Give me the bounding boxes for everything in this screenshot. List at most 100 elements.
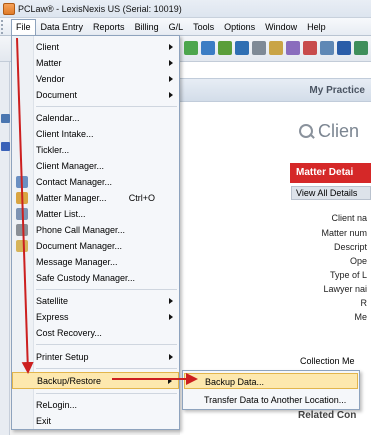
submenu-arrow-icon	[169, 60, 173, 66]
menu-tools[interactable]: Tools	[188, 19, 219, 35]
search-icon	[298, 123, 316, 141]
detail-label: Descript	[333, 242, 367, 252]
client-search[interactable]: Clien	[298, 121, 359, 142]
menu-item-satellite[interactable]: Satellite	[12, 293, 179, 309]
paste-icon[interactable]	[320, 41, 334, 55]
copy-icon[interactable]	[252, 41, 266, 55]
menu-item-client[interactable]: Client	[12, 39, 179, 55]
menu-data-entry[interactable]: Data Entry	[36, 19, 89, 35]
left-toolbar-strip	[0, 62, 10, 435]
menu-separator	[36, 289, 177, 290]
menu-item-document-manager[interactable]: Document Manager...	[12, 238, 179, 254]
menu-item-calendar[interactable]: Calendar...	[12, 110, 179, 126]
menu-item-label: Satellite	[36, 296, 69, 306]
help-icon[interactable]	[337, 41, 351, 55]
tickler-strip-icon[interactable]	[1, 142, 10, 151]
new-entry-icon[interactable]	[201, 41, 215, 55]
detail-label: Client na	[331, 213, 367, 223]
menu-item-label: Matter Manager...	[36, 193, 107, 203]
file-menu-dropdown: Client Matter Vendor Document Calendar..…	[11, 35, 180, 430]
menu-item-label: Vendor	[36, 74, 65, 84]
menu-gl[interactable]: G/L	[164, 19, 189, 35]
menu-item-vendor[interactable]: Vendor	[12, 71, 179, 87]
time-icon[interactable]	[235, 41, 249, 55]
menu-item-matter-list[interactable]: Matter List...	[12, 206, 179, 222]
menu-item-client-manager[interactable]: Client Manager...	[12, 158, 179, 174]
menu-reports[interactable]: Reports	[88, 19, 130, 35]
menu-item-label: Client Manager...	[36, 161, 105, 171]
menu-item-label: Contact Manager...	[36, 177, 113, 187]
panel-header: My Practice	[180, 78, 371, 102]
submenu-arrow-icon	[169, 298, 173, 304]
submenu-item-label: Transfer Data to Another Location...	[204, 395, 347, 405]
menu-item-matter[interactable]: Matter	[12, 55, 179, 71]
refresh-icon[interactable]	[184, 41, 198, 55]
view-all-details-tab[interactable]: View All Details	[291, 186, 371, 200]
menu-billing[interactable]: Billing	[130, 19, 164, 35]
menu-item-tickler[interactable]: Tickler...	[12, 142, 179, 158]
related-contacts-title: Related Con	[298, 410, 357, 421]
menu-item-printer-setup[interactable]: Printer Setup	[12, 349, 179, 365]
detail-label: Matter num	[321, 228, 367, 238]
menu-file[interactable]: File	[11, 18, 36, 35]
submenu-item-transfer-data[interactable]: Transfer Data to Another Location...	[184, 392, 358, 408]
submenu-arrow-icon	[169, 76, 173, 82]
detail-label: Me	[354, 312, 367, 322]
menu-item-matter-manager[interactable]: Matter Manager... Ctrl+O	[12, 190, 179, 206]
matter-detail-labels: Client na Matter num Descript Ope Type o…	[296, 212, 367, 342]
detail-label: R	[360, 298, 368, 308]
submenu-arrow-icon	[169, 314, 173, 320]
menu-item-label: Tickler...	[36, 145, 70, 155]
title-bar: PCLaw® - LexisNexis US (Serial: 10019)	[0, 0, 371, 18]
menu-item-label: Express	[36, 312, 69, 322]
menu-item-label: Cost Recovery...	[36, 328, 102, 338]
submenu-arrow-icon	[169, 92, 173, 98]
menu-item-label: Phone Call Manager...	[36, 225, 126, 235]
menu-window[interactable]: Window	[260, 19, 302, 35]
menu-item-label: Printer Setup	[36, 352, 89, 362]
matter-list-icon	[16, 208, 28, 220]
exit-icon[interactable]	[354, 41, 368, 55]
matter-manager-icon	[16, 192, 28, 204]
panel-title: My Practice	[309, 85, 365, 96]
menu-separator	[36, 344, 177, 345]
phone-icon	[16, 224, 28, 236]
menu-item-label: Client	[36, 42, 60, 52]
backup-restore-submenu: Backup Data... Transfer Data to Another …	[182, 370, 360, 410]
menu-item-label: ReLogin...	[36, 400, 78, 410]
matter-details-header: Matter Detai	[290, 163, 371, 183]
documents-icon[interactable]	[286, 41, 300, 55]
calendar-strip-icon[interactable]	[1, 114, 10, 123]
menu-item-label: Exit	[36, 416, 52, 426]
menu-item-label: Matter	[36, 58, 62, 68]
menu-item-label: Matter List...	[36, 209, 86, 219]
menu-options[interactable]: Options	[219, 19, 260, 35]
menu-item-label: Document Manager...	[36, 241, 123, 251]
menu-item-exit[interactable]: Exit	[12, 413, 179, 429]
menu-item-label: Backup/Restore	[37, 375, 102, 386]
menu-item-express[interactable]: Express	[12, 309, 179, 325]
shortcut-text: Ctrl+O	[128, 193, 155, 203]
menu-item-contact-manager[interactable]: Contact Manager...	[12, 174, 179, 190]
menu-item-phone-call-manager[interactable]: Phone Call Manager...	[12, 222, 179, 238]
menu-item-relogin[interactable]: ReLogin...	[12, 397, 179, 413]
detail-label: Type of L	[329, 270, 367, 280]
menu-item-safe-custody-manager[interactable]: Safe Custody Manager...	[12, 270, 179, 286]
menu-item-message-manager[interactable]: Message Manager...	[12, 254, 179, 270]
folder-icon	[16, 240, 28, 252]
menu-item-document[interactable]: Document	[12, 87, 179, 103]
detail-label: Ope	[349, 256, 367, 266]
contact-manager-icon	[16, 176, 28, 188]
money-icon[interactable]	[218, 41, 232, 55]
menu-item-cost-recovery[interactable]: Cost Recovery...	[12, 325, 179, 341]
menu-item-backup-restore[interactable]: Backup/Restore	[12, 372, 179, 389]
menu-bar: File Data Entry Reports Billing G/L Tool…	[0, 18, 371, 36]
menu-item-label: Message Manager...	[36, 257, 118, 267]
menu-separator	[36, 393, 177, 394]
cut-icon[interactable]	[303, 41, 317, 55]
submenu-arrow-icon	[169, 354, 173, 360]
menu-item-client-intake[interactable]: Client Intake...	[12, 126, 179, 142]
menu-help[interactable]: Help	[302, 19, 331, 35]
calendar-icon[interactable]	[269, 41, 283, 55]
submenu-item-backup-data[interactable]: Backup Data...	[184, 373, 358, 389]
